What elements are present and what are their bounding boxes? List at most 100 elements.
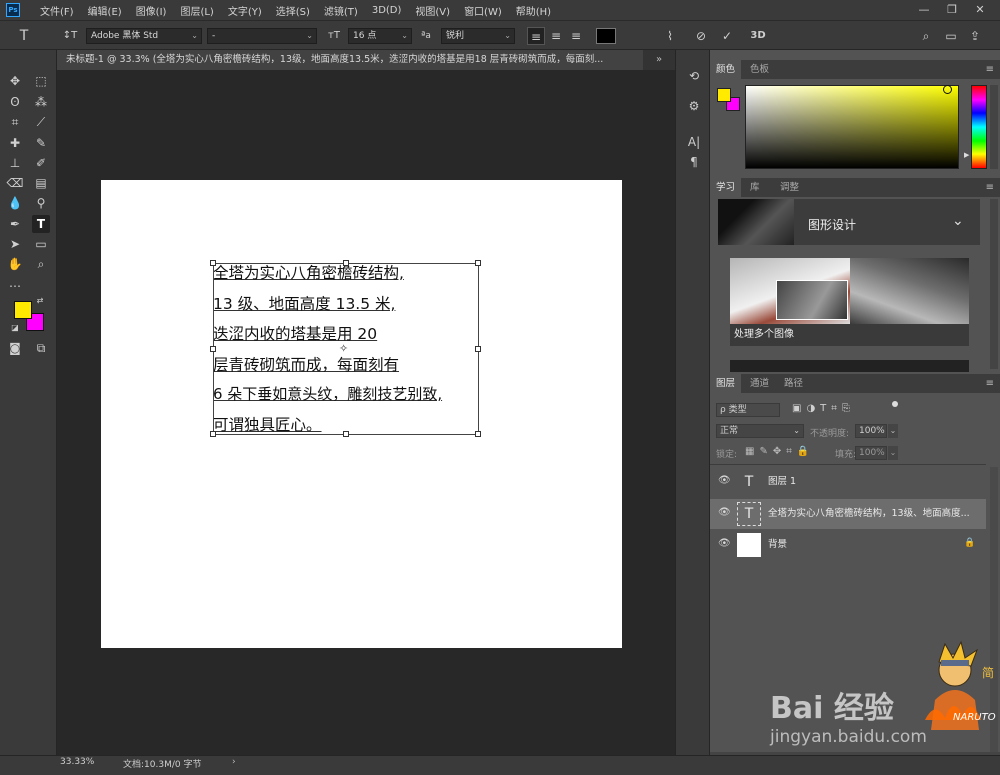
tab-color[interactable]: 颜色 <box>710 60 742 79</box>
eraser-tool-icon[interactable]: ⌫ <box>6 174 24 192</box>
photoshop-app-icon[interactable]: Ps <box>6 3 20 17</box>
blend-mode-select[interactable]: 正常 ⌄ <box>716 424 804 438</box>
blur-tool-icon[interactable]: 💧 <box>6 194 24 212</box>
transform-handle[interactable] <box>343 260 349 266</box>
character-panel-icon[interactable]: A| <box>685 133 703 151</box>
transform-handle[interactable] <box>210 260 216 266</box>
transform-handle[interactable] <box>475 346 481 352</box>
tutorial-card[interactable] <box>730 360 969 372</box>
menu-file[interactable]: 文件(F) <box>40 3 74 18</box>
more-tools-icon[interactable]: ⋯ <box>6 277 24 295</box>
move-tool-icon[interactable]: ✥ <box>6 72 24 90</box>
menu-filter[interactable]: 滤镜(T) <box>324 3 358 18</box>
chevron-down-icon[interactable]: ⌄ <box>888 446 898 460</box>
search-icon[interactable]: ⌕ <box>917 27 935 45</box>
layer-filter-icons[interactable]: ▣◑T⌗⎘ <box>792 403 855 414</box>
marquee-tool-icon[interactable]: ⬚ <box>32 72 50 90</box>
menu-image[interactable]: 图像(I) <box>136 3 167 18</box>
zoom-level[interactable]: 33.33% <box>60 757 94 767</box>
quick-select-tool-icon[interactable]: ⁂ <box>32 93 50 111</box>
menu-type[interactable]: 文字(Y) <box>228 3 262 18</box>
hue-slider-marker[interactable]: ▶ <box>964 151 969 159</box>
tab-channels[interactable]: 通道 <box>744 374 775 393</box>
close-window-button[interactable]: ✕ <box>966 0 994 20</box>
transform-handle[interactable] <box>475 260 481 266</box>
paragraph-panel-icon[interactable]: ¶ <box>685 153 703 171</box>
tab-swatches[interactable]: 色板 <box>744 60 775 79</box>
chevron-down-icon[interactable]: ⌄ <box>888 424 898 438</box>
align-right-icon[interactable]: ≡ <box>567 27 585 45</box>
transform-handle[interactable] <box>475 431 481 437</box>
align-center-icon[interactable]: ≡ <box>547 27 565 45</box>
dodge-tool-icon[interactable]: ⚲ <box>32 194 50 212</box>
workspace-icon[interactable]: ▭ <box>942 27 960 45</box>
commit-edit-icon[interactable]: ✓ <box>718 27 736 45</box>
3d-text-icon[interactable]: 3D <box>748 27 768 45</box>
visibility-eye-icon[interactable]: 👁 <box>718 507 731 518</box>
quick-mask-icon[interactable]: ◙ <box>6 339 24 357</box>
tab-adjustments[interactable]: 调整 <box>774 178 805 197</box>
panel-menu-icon[interactable]: ≡ <box>986 60 994 79</box>
document-tab[interactable]: 未标题-1 @ 33.3% (全塔为实心八角密檐砖结构，13级，地面高度13.5… <box>57 50 675 70</box>
tab-layers[interactable]: 图层 <box>710 374 742 393</box>
crop-tool-icon[interactable]: ⌗ <box>6 113 24 131</box>
scrollbar[interactable] <box>990 199 998 369</box>
default-colors-icon[interactable]: ◪ <box>10 323 20 333</box>
cancel-edit-icon[interactable]: ⊘ <box>692 27 710 45</box>
lasso-tool-icon[interactable]: ʘ <box>6 93 24 111</box>
menu-help[interactable]: 帮助(H) <box>516 3 551 18</box>
path-select-tool-icon[interactable]: ➤ <box>6 235 24 253</box>
transform-handle[interactable] <box>210 431 216 437</box>
scrollbar[interactable] <box>990 85 998 169</box>
font-size-select[interactable]: 16 点 ⌄ <box>348 28 412 44</box>
status-menu-arrow[interactable]: › <box>232 757 236 767</box>
opacity-input[interactable]: 100% <box>855 424 887 438</box>
brush-tool-icon[interactable]: ✎ <box>32 134 50 152</box>
menu-layer[interactable]: 图层(L) <box>180 3 213 18</box>
minimize-button[interactable]: — <box>910 0 938 20</box>
align-left-icon[interactable]: ≡ <box>527 27 545 45</box>
type-tool-icon[interactable]: T <box>32 215 50 233</box>
antialias-select[interactable]: 锐利 ⌄ <box>441 28 515 44</box>
panel-foreground-swatch[interactable] <box>717 88 731 102</box>
eyedropper-tool-icon[interactable]: ⟋ <box>32 113 50 131</box>
history-panel-icon[interactable]: ⟲ <box>685 67 703 85</box>
clone-stamp-tool-icon[interactable]: ⊥ <box>6 154 24 172</box>
layer-row[interactable]: 👁 T 图层 1 <box>710 467 986 497</box>
document-info[interactable]: 文档:10.3M/0 字节 <box>123 757 201 770</box>
tab-overflow-button[interactable]: » <box>643 50 675 70</box>
font-style-select[interactable]: - ⌄ <box>207 28 317 44</box>
layer-filter-select[interactable]: ρ 类型 <box>716 403 780 417</box>
hand-tool-icon[interactable]: ✋ <box>6 255 24 273</box>
rectangle-tool-icon[interactable]: ▭ <box>32 235 50 253</box>
panel-menu-icon[interactable]: ≡ <box>986 178 994 197</box>
type-tool-preset-icon[interactable]: T <box>14 27 34 45</box>
visibility-eye-icon[interactable]: 👁 <box>718 538 731 549</box>
filter-toggle-icon[interactable] <box>892 401 898 407</box>
color-picker-cursor[interactable] <box>943 85 952 94</box>
font-family-select[interactable]: Adobe 黑体 Std ⌄ <box>86 28 202 44</box>
share-icon[interactable]: ⇪ <box>966 27 984 45</box>
properties-panel-icon[interactable]: ⚙ <box>685 97 703 115</box>
menu-edit[interactable]: 编辑(E) <box>88 3 122 18</box>
hue-slider[interactable] <box>971 85 987 169</box>
menu-select[interactable]: 选择(S) <box>276 3 310 18</box>
tab-learn[interactable]: 学习 <box>710 178 742 197</box>
tab-libraries[interactable]: 库 <box>744 178 766 197</box>
transform-handle[interactable] <box>210 346 216 352</box>
menu-3d[interactable]: 3D(D) <box>372 5 402 16</box>
history-brush-tool-icon[interactable]: ✐ <box>32 154 50 172</box>
text-bounding-box[interactable]: ✧ <box>210 260 481 437</box>
foreground-color-swatch[interactable] <box>14 301 32 319</box>
pen-tool-icon[interactable]: ✒ <box>6 215 24 233</box>
saturation-brightness-field[interactable] <box>745 85 959 169</box>
tab-paths[interactable]: 路径 <box>778 374 809 393</box>
transform-handle[interactable] <box>343 431 349 437</box>
fill-input[interactable]: 100% <box>855 446 887 460</box>
swap-colors-icon[interactable]: ⇄ <box>35 296 45 306</box>
panel-menu-icon[interactable]: ≡ <box>986 374 994 393</box>
menu-window[interactable]: 窗口(W) <box>464 3 502 18</box>
menu-view[interactable]: 视图(V) <box>415 3 450 18</box>
restore-button[interactable]: ❐ <box>938 0 966 20</box>
layer-row-selected[interactable]: 👁 T 全塔为实心八角密檐砖结构，13级、地面高度... <box>710 499 986 529</box>
